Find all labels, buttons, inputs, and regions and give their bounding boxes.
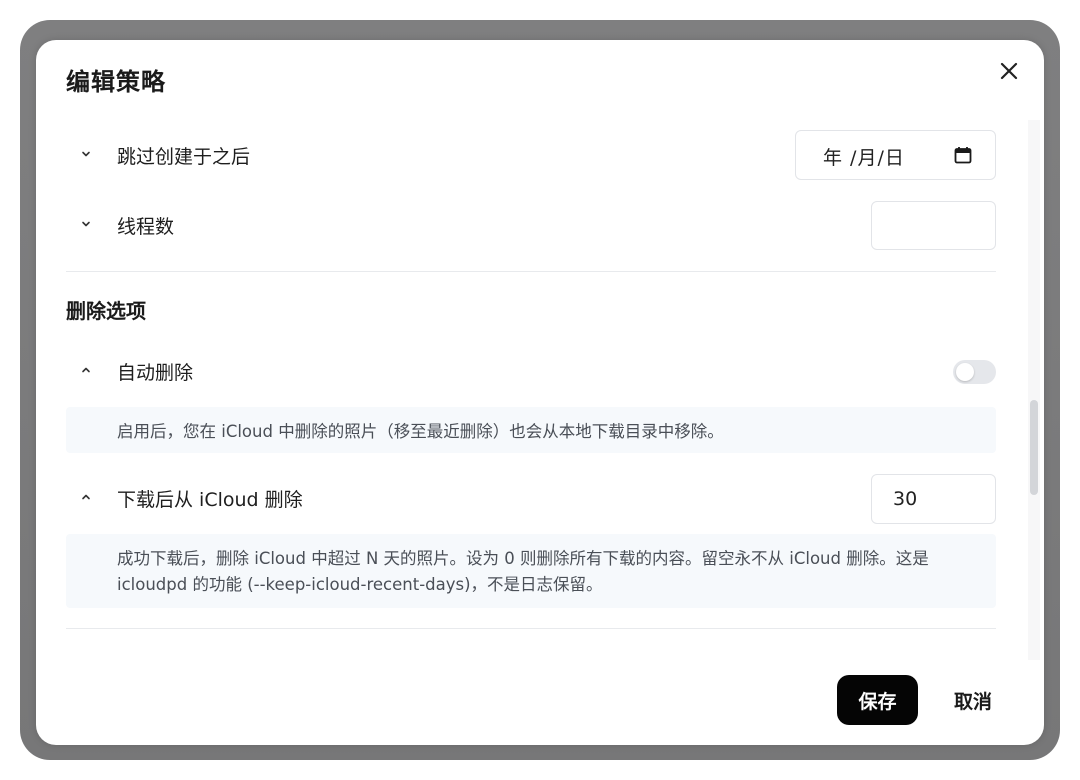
chevron-down-icon[interactable]: [79, 147, 93, 161]
scrollbar-track[interactable]: [1028, 120, 1040, 660]
row-label: 线程数: [117, 216, 175, 238]
row-delete-after-download[interactable]: 下载后从 iCloud 删除: [66, 473, 996, 525]
save-button[interactable]: 保存: [837, 675, 918, 725]
row-label: 自动删除: [117, 362, 194, 384]
section-title-delete-options: 删除选项: [66, 299, 146, 323]
delete-after-download-description: 成功下载后，删除 iCloud 中超过 N 天的照片。设为 0 则删除所有下载的…: [66, 534, 996, 608]
chevron-up-icon[interactable]: [79, 363, 93, 377]
chevron-up-icon[interactable]: [79, 490, 93, 504]
date-input[interactable]: 年 /月/日: [795, 130, 996, 180]
chevron-down-icon[interactable]: [79, 217, 93, 231]
row-threads[interactable]: 线程数: [66, 200, 996, 252]
scrollbar-thumb[interactable]: [1030, 400, 1038, 495]
days-input[interactable]: [871, 474, 996, 524]
row-label: 下载后从 iCloud 删除: [117, 489, 303, 511]
auto-delete-description: 启用后，您在 iCloud 中删除的照片（移至最近删除）也会从本地下载目录中移除…: [66, 407, 996, 453]
cancel-button[interactable]: 取消: [939, 675, 1007, 725]
dialog-body: 跳过创建于之后 年 /月/日 线程数 删除选项 自动删除 启用后，您在 iClo…: [36, 40, 1044, 745]
row-auto-delete[interactable]: 自动删除: [66, 346, 996, 398]
edit-policy-dialog: 编辑策略 跳过创建于之后 年 /月/日 线程数 删除选项 自动删除 启用后，您在…: [36, 40, 1044, 745]
divider: [66, 271, 996, 272]
auto-delete-toggle[interactable]: [953, 360, 996, 384]
calendar-icon[interactable]: [954, 146, 972, 164]
date-placeholder: 年 /月/日: [823, 147, 905, 169]
row-label: 跳过创建于之后: [117, 146, 251, 168]
divider: [66, 628, 996, 629]
toggle-knob: [956, 363, 974, 381]
threads-input[interactable]: [871, 201, 996, 250]
